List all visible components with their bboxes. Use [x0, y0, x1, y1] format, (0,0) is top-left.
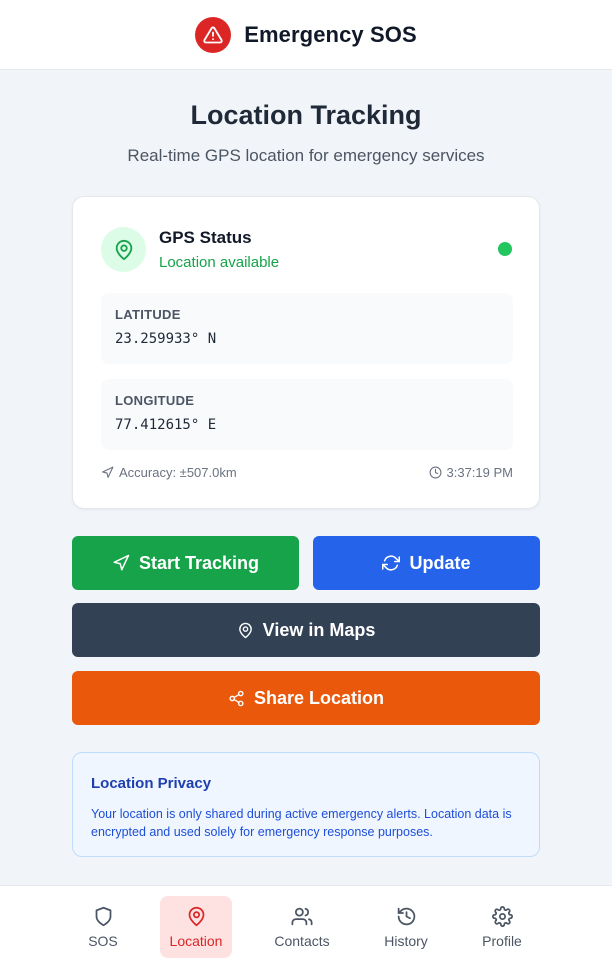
nav-item-contacts[interactable]: Contacts	[266, 896, 338, 958]
clock-icon	[429, 466, 441, 479]
gps-status-title: GPS Status	[159, 228, 252, 247]
page-title: Location Tracking	[190, 100, 422, 130]
gps-status-card: GPS Status Location available LATITUDE 2…	[72, 196, 540, 509]
map-pin-icon	[101, 227, 146, 272]
view-in-maps-button[interactable]: View in Maps	[72, 603, 540, 657]
update-button[interactable]: Update	[313, 536, 540, 590]
start-tracking-button[interactable]: Start Tracking	[72, 536, 299, 590]
nav-label-location: Location	[169, 932, 223, 949]
nav-item-sos[interactable]: SOS	[67, 896, 139, 958]
page-subtitle: Real-time GPS location for emergency ser…	[127, 146, 485, 165]
navigation-icon	[113, 554, 130, 571]
gps-status-text: Location available	[159, 254, 280, 271]
latitude-box: LATITUDE 23.259933° N	[101, 293, 513, 364]
update-label: Update	[409, 552, 471, 573]
latitude-label: LATITUDE	[115, 307, 181, 322]
nav-label-sos: SOS	[88, 932, 118, 949]
privacy-text: Your location is only shared during acti…	[91, 807, 512, 839]
map-pin-icon	[238, 622, 252, 638]
map-pin-icon	[188, 906, 204, 926]
longitude-label: LONGITUDE	[115, 393, 195, 408]
timestamp-text: 3:37:19 PM	[446, 465, 514, 480]
longitude-value: 77.412615° E	[115, 417, 217, 433]
start-tracking-label: Start Tracking	[138, 552, 260, 573]
gear-icon	[491, 905, 513, 927]
refresh-icon	[382, 555, 401, 571]
accuracy-text: Accuracy: ±507.0km	[119, 465, 237, 480]
nav-label-profile: Profile	[482, 932, 522, 949]
gps-meta-row: Accuracy: ±507.0km 3:37:19 PM	[101, 465, 513, 483]
navigation-icon	[102, 466, 114, 478]
accuracy-info: Accuracy: ±507.0km	[101, 465, 237, 480]
share-icon	[229, 690, 244, 706]
privacy-notice: Location Privacy Your location is only s…	[72, 752, 540, 857]
history-icon	[397, 907, 415, 925]
share-location-button[interactable]: Share Location	[72, 671, 540, 725]
nav-item-location[interactable]: Location	[160, 896, 232, 958]
share-location-label: Share Location	[253, 687, 385, 708]
longitude-box: LONGITUDE 77.412615° E	[101, 379, 513, 450]
latitude-value: 23.259933° N	[115, 331, 217, 347]
view-in-maps-label: View in Maps	[262, 619, 376, 640]
users-icon	[291, 907, 313, 925]
app-title: Emergency SOS	[244, 21, 417, 47]
nav-label-history: History	[384, 932, 428, 949]
shield-icon	[95, 906, 111, 926]
app-header: Emergency SOS	[0, 0, 612, 70]
privacy-title: Location Privacy	[91, 775, 212, 792]
nav-item-history[interactable]: History	[370, 896, 442, 958]
nav-label-contacts: Contacts	[274, 932, 330, 949]
warning-triangle-icon	[195, 16, 232, 53]
bottom-navigation: SOS Location Contacts History Profile	[0, 885, 612, 967]
timestamp-info: 3:37:19 PM	[429, 465, 514, 480]
nav-item-profile[interactable]: Profile	[466, 896, 538, 958]
status-indicator-dot	[498, 242, 512, 256]
